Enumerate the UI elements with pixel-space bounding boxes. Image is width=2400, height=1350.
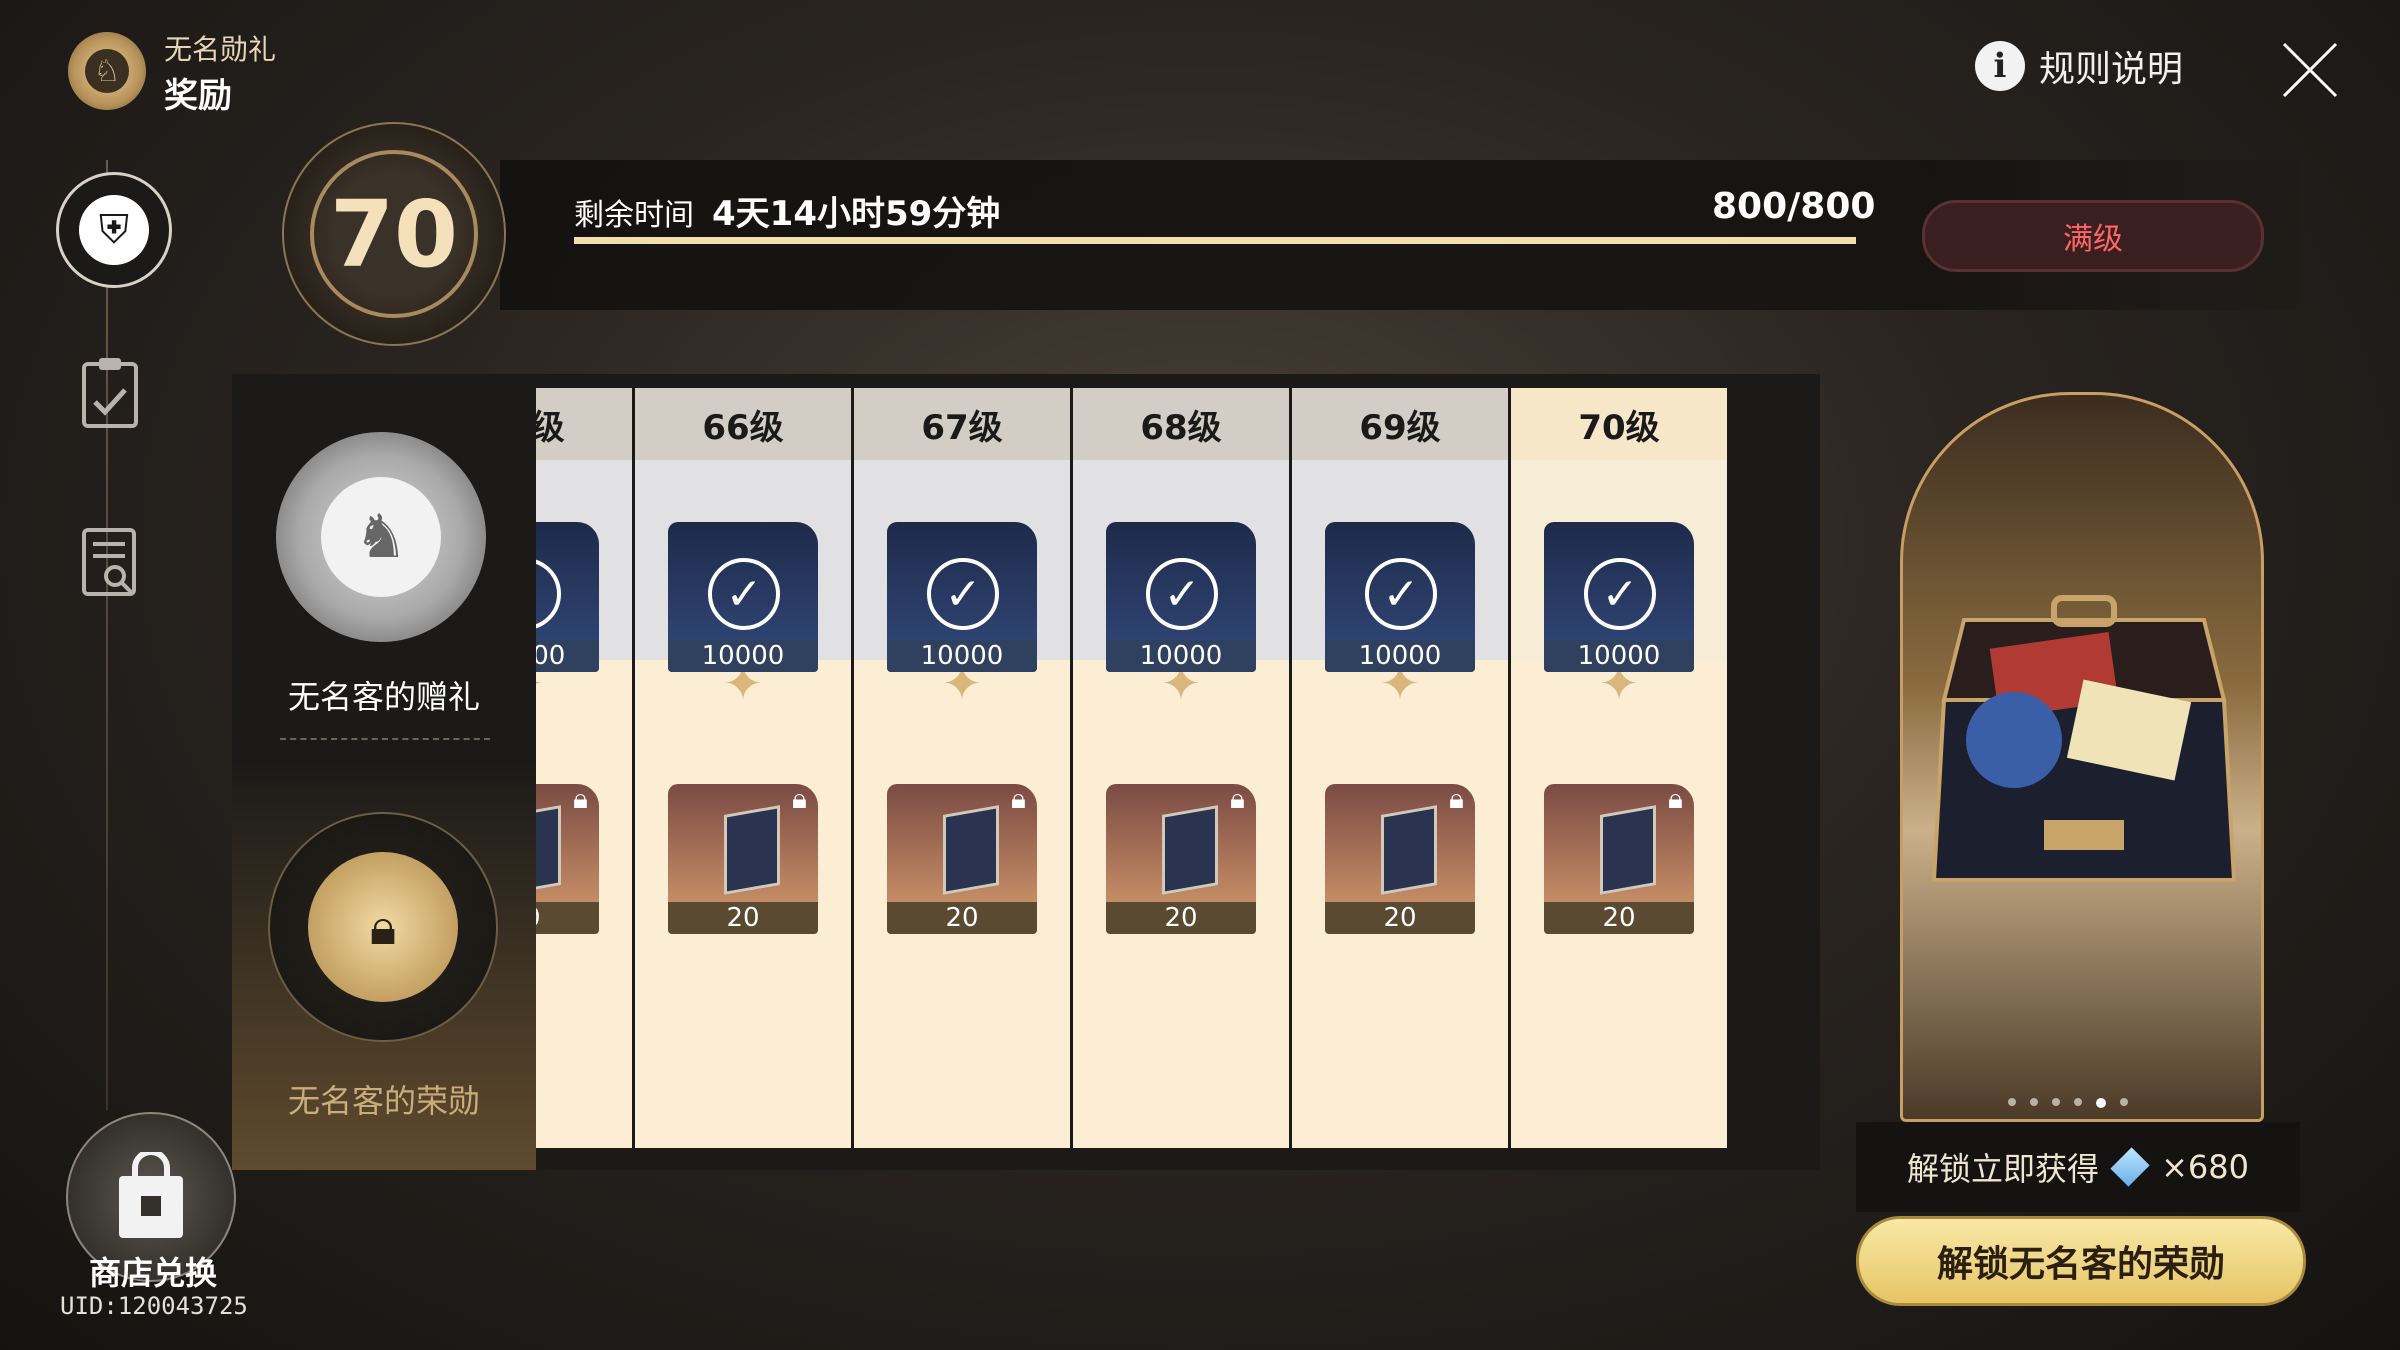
event-title: 无名勋礼 <box>164 33 277 66</box>
reward-column: 67级 ✦ ✓ 10000 🔒︎ 20 <box>854 388 1073 1148</box>
paid-tier-label: 无名客的荣勋 <box>287 1082 480 1120</box>
column-level: 67级 <box>854 388 1070 460</box>
reward-column: 68级 ✦ ✓ 10000 🔒︎ 20 <box>1073 388 1292 1148</box>
lock-icon: 🔒︎ <box>1230 784 1245 815</box>
shopping-bag-icon <box>119 1152 183 1238</box>
exp-progress-fill <box>574 237 1856 244</box>
claimed-check-icon: ✓ <box>1365 558 1437 630</box>
book-icon <box>943 805 999 895</box>
free-tier-badge: ♞ <box>276 432 486 642</box>
info-icon: i <box>1975 41 2025 91</box>
showcase-pagination[interactable] <box>2008 1098 2128 1108</box>
paid-tier-badge[interactable]: 🔒︎ <box>268 812 498 1042</box>
reward-columns[interactable]: 65级 ✦ ✓10000 🔒︎20 66级 ✦ ✓10000 🔒︎20 67级 … <box>536 388 1784 1148</box>
unlock-quantity: ×680 <box>2161 1148 2249 1186</box>
free-reward-item[interactable]: ✓10000 <box>668 522 818 672</box>
free-tier-label: 无名客的赠礼 <box>287 678 480 716</box>
nav-divider <box>106 160 108 1110</box>
current-level: 70 <box>329 180 459 288</box>
event-logo-icon: ♘ <box>68 32 146 110</box>
free-reward-item[interactable]: ✓10000 <box>1106 522 1256 672</box>
uid-label: UID:120043725 <box>60 1292 248 1320</box>
book-icon <box>1381 805 1437 895</box>
free-reward-item[interactable]: ✓10000 <box>536 522 599 672</box>
paid-reward-item[interactable]: 🔒︎20 <box>536 784 599 934</box>
paid-reward-item[interactable]: 🔒︎20 <box>1106 784 1256 934</box>
unlock-honor-button[interactable]: 解锁无名客的荣勋 <box>1856 1216 2306 1306</box>
book-icon <box>724 805 780 895</box>
unlock-tooltip: 解锁立即获得 ×680 <box>1856 1122 2300 1212</box>
nav-rewards-tab[interactable]: ⛨ <box>56 172 172 288</box>
crystal-icon <box>2110 1147 2150 1187</box>
time-remaining-value: 4天14小时59分钟 <box>712 194 1001 234</box>
lock-icon: 🔒︎ <box>792 784 807 815</box>
exp-progress-bar <box>574 237 1856 244</box>
reward-column: 65级 ✦ ✓10000 🔒︎20 <box>536 388 635 1148</box>
rules-button[interactable]: i 规则说明 <box>1975 40 2183 92</box>
pagination-dot[interactable] <box>2096 1098 2106 1108</box>
book-icon <box>1162 805 1218 895</box>
free-reward-item[interactable]: ✓10000 <box>1544 522 1694 672</box>
lock-icon: 🔒︎ <box>308 852 458 1002</box>
time-remaining-label: 剩余时间 <box>574 198 694 233</box>
free-reward-item[interactable]: ✓10000 <box>1325 522 1475 672</box>
search-list-icon <box>82 528 136 596</box>
claimed-check-icon: ✓ <box>1584 558 1656 630</box>
column-level: 70级 <box>1511 388 1727 460</box>
clipboard-icon <box>82 358 138 428</box>
treasure-chest-icon <box>1931 595 2237 882</box>
paid-reward-item[interactable]: 🔒︎20 <box>1544 784 1694 934</box>
column-level: 66级 <box>635 388 851 460</box>
claimed-check-icon: ✓ <box>708 558 780 630</box>
pagination-dot[interactable] <box>2074 1098 2082 1106</box>
paid-reward-item[interactable]: 🔒︎20 <box>1325 784 1475 934</box>
rewards-icon: ⛨ <box>79 195 149 265</box>
free-reward-item[interactable]: ✓10000 <box>887 522 1037 672</box>
rules-label: 规则说明 <box>2039 49 2184 90</box>
pagination-dot[interactable] <box>2052 1098 2060 1106</box>
lock-icon: 🔒︎ <box>1668 784 1683 815</box>
tier-divider <box>280 738 490 740</box>
pagination-dot[interactable] <box>2120 1098 2128 1106</box>
paid-reward-item[interactable]: 🔒︎20 <box>668 784 818 934</box>
book-icon <box>536 805 561 895</box>
max-level-button[interactable]: 满级 <box>1922 200 2264 272</box>
claimed-check-icon: ✓ <box>927 558 999 630</box>
close-icon[interactable] <box>2278 38 2342 102</box>
reward-column: 69级 ✦ ✓ 10000 🔒︎ 20 <box>1292 388 1511 1148</box>
lock-icon: 🔒︎ <box>1011 784 1026 815</box>
column-level: 68级 <box>1073 388 1289 460</box>
claimed-check-icon: ✓ <box>1146 558 1218 630</box>
nav-records-tab[interactable] <box>76 522 144 602</box>
pagination-dot[interactable] <box>2008 1098 2016 1106</box>
nav-missions-tab[interactable] <box>76 352 144 432</box>
exp-counter: 800/800 <box>1712 186 1876 227</box>
book-icon <box>1600 805 1656 895</box>
lock-icon: 🔒︎ <box>1449 784 1464 815</box>
reward-column: 66级 ✦ ✓ 10000 🔒︎ 20 <box>635 388 854 1148</box>
pagination-dot[interactable] <box>2030 1098 2038 1106</box>
page-title: 奖励 <box>164 76 232 116</box>
shop-exchange-label: 商店兑换 <box>88 1254 217 1292</box>
unlock-tip-text: 解锁立即获得 <box>1907 1150 2100 1188</box>
reward-column-current: 70级 ✦ ✓ 10000 🔒︎ 20 <box>1511 388 1730 1148</box>
column-level: 65级 <box>536 388 632 460</box>
level-badge: 70 <box>282 122 506 346</box>
claimed-check-icon: ✓ <box>536 558 561 630</box>
paid-reward-item[interactable]: 🔒︎20 <box>887 784 1037 934</box>
lock-icon: 🔒︎ <box>573 784 588 815</box>
column-level: 69级 <box>1292 388 1508 460</box>
